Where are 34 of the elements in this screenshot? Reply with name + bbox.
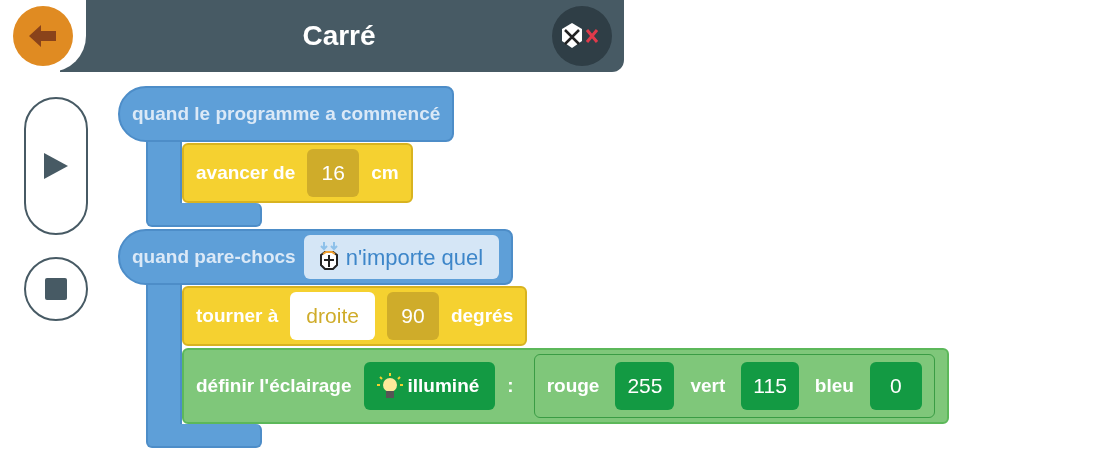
block-label: bleu bbox=[814, 373, 854, 398]
number-input[interactable]: 0 bbox=[869, 362, 922, 410]
back-button[interactable] bbox=[13, 6, 73, 66]
number-input[interactable]: 115 bbox=[741, 362, 799, 410]
block-label: degrés bbox=[450, 303, 514, 328]
number-input[interactable]: 16 bbox=[307, 149, 360, 197]
script-arm bbox=[146, 142, 182, 203]
light-dropdown[interactable]: illuminé bbox=[363, 362, 496, 410]
stop-icon bbox=[44, 277, 68, 301]
block-label: vert bbox=[690, 373, 726, 398]
block-label: rouge bbox=[546, 373, 600, 398]
command-block[interactable]: définir l'éclairage illuminé : rouge 255 vert 115 bleu 0 bbox=[182, 348, 949, 424]
play-icon bbox=[42, 151, 70, 181]
block-label: avancer de bbox=[196, 160, 296, 185]
number-input[interactable]: 90 bbox=[386, 292, 439, 340]
block-label: définir l'éclairage bbox=[196, 373, 352, 398]
event-hat-block[interactable]: quand le programme a commencé bbox=[118, 86, 455, 142]
command-block[interactable]: avancer de 16 cm bbox=[182, 143, 413, 203]
block-label: cm bbox=[371, 160, 399, 185]
block-label: quand pare-chocs bbox=[132, 244, 296, 269]
run-button[interactable] bbox=[24, 97, 88, 235]
block-label: : bbox=[507, 373, 514, 398]
bumper-dropdown[interactable]: n'importe quel bbox=[303, 235, 500, 279]
block-label: quand le programme a commencé bbox=[132, 101, 441, 126]
number-input[interactable]: 255 bbox=[615, 362, 675, 410]
command-block[interactable]: tourner à droite 90 degrés bbox=[182, 286, 528, 346]
lightbulb-icon bbox=[375, 372, 404, 400]
direction-dropdown[interactable]: droite bbox=[290, 292, 375, 340]
event-hat-block[interactable]: quand pare-chocs n'importe quel bbox=[118, 229, 514, 285]
program-title: Carré bbox=[301, 19, 377, 53]
left-arrow-icon bbox=[28, 24, 58, 48]
stop-button[interactable] bbox=[24, 257, 88, 321]
tools-button[interactable] bbox=[552, 6, 612, 66]
block-label: tourner à bbox=[196, 303, 279, 328]
